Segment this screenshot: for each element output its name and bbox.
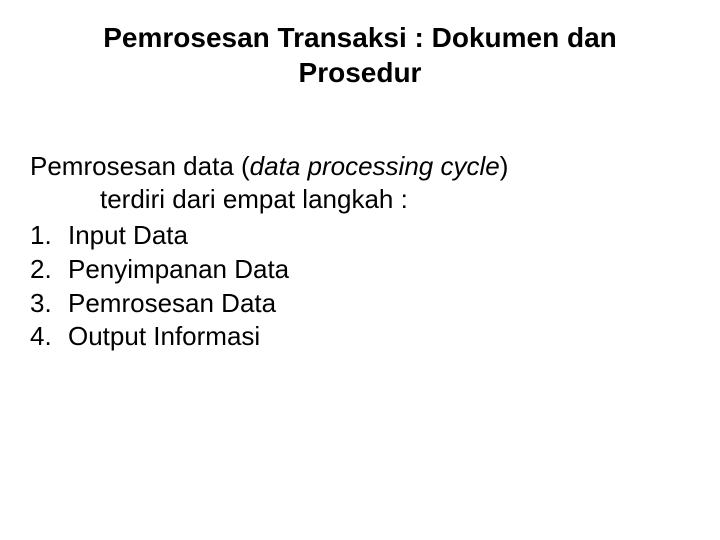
intro-line-2: terdiri dari empat langkah : bbox=[30, 183, 690, 216]
list-number: 3. bbox=[30, 287, 68, 321]
intro-prefix: Pemrosesan data ( bbox=[30, 151, 250, 181]
intro-line-1: Pemrosesan data (data processing cycle) bbox=[30, 150, 690, 183]
list-item: 2. Penyimpanan Data bbox=[30, 253, 690, 287]
numbered-list: 1. Input Data 2. Penyimpanan Data 3. Pem… bbox=[30, 219, 690, 354]
intro-paragraph: Pemrosesan data (data processing cycle) … bbox=[30, 150, 690, 215]
slide-title: Pemrosesan Transaksi : Dokumen dan Prose… bbox=[30, 20, 690, 90]
list-text: Input Data bbox=[68, 219, 690, 253]
list-item: 3. Pemrosesan Data bbox=[30, 287, 690, 321]
intro-italic: data processing cycle bbox=[250, 151, 500, 181]
list-number: 4. bbox=[30, 320, 68, 354]
list-item: 1. Input Data bbox=[30, 219, 690, 253]
list-text: Pemrosesan Data bbox=[68, 287, 690, 321]
list-number: 1. bbox=[30, 219, 68, 253]
list-text: Output Informasi bbox=[68, 320, 690, 354]
list-number: 2. bbox=[30, 253, 68, 287]
list-text: Penyimpanan Data bbox=[68, 253, 690, 287]
intro-suffix: ) bbox=[500, 151, 509, 181]
list-item: 4. Output Informasi bbox=[30, 320, 690, 354]
